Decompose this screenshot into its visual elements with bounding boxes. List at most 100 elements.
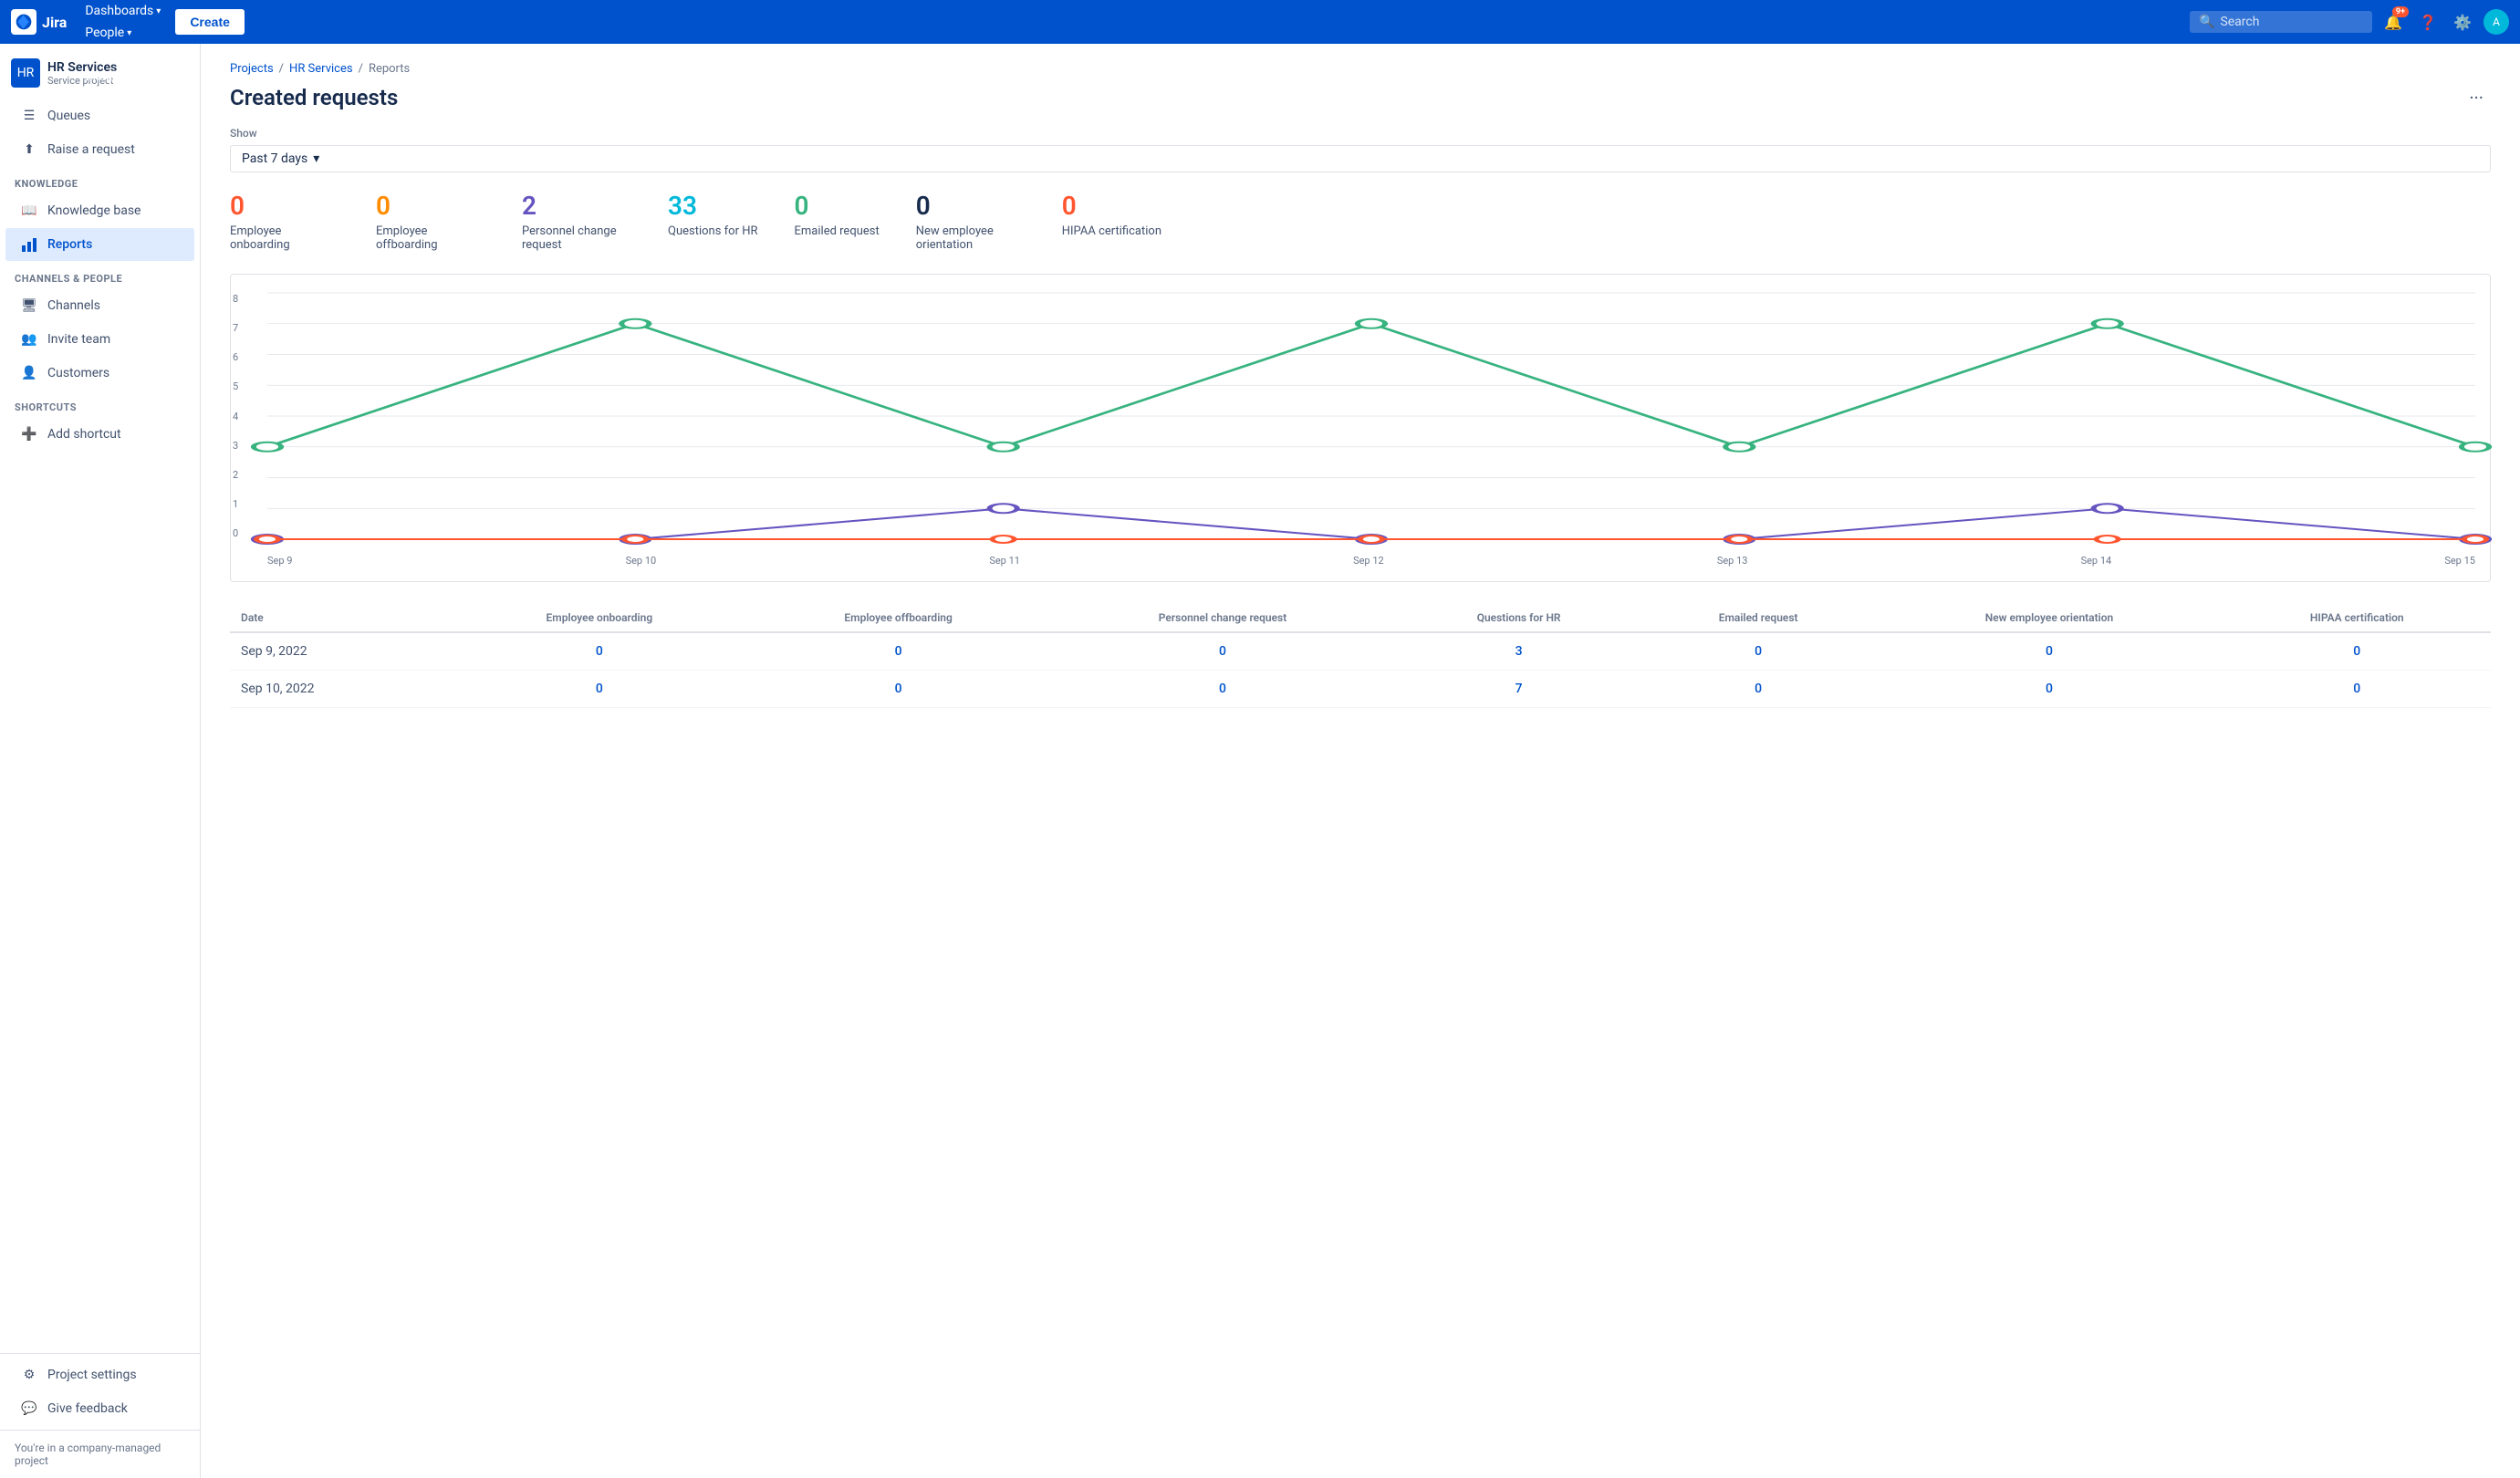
stat-item-3: 33 Questions for HR (668, 191, 758, 252)
green-dot-2 (990, 442, 1017, 452)
y-label-8: 8 (233, 293, 238, 305)
sidebar-item-customers[interactable]: 👤 Customers (5, 357, 194, 390)
stat-number-0: 0 (230, 191, 339, 221)
give-feedback-label: Give feedback (47, 1401, 128, 1416)
col-questions-hr: Questions for HR (1396, 604, 1640, 632)
shortcuts-section-label: SHORTCUTS (0, 390, 200, 417)
x-label-sep15: Sep 15 (2444, 555, 2475, 567)
breadcrumb-hr-services[interactable]: HR Services (289, 62, 353, 76)
y-label-6: 6 (233, 351, 238, 363)
sidebar-item-raise-request[interactable]: ⬆ Raise a request (5, 133, 194, 166)
y-label-4: 4 (233, 411, 238, 422)
top-navigation: Jira Your work▾Projects▾Filters▾Dashboar… (0, 0, 2520, 44)
cell-val-0-4: 0 (1641, 632, 1876, 671)
purple-dot-2 (990, 504, 1017, 513)
page-title: Created requests (230, 85, 398, 110)
x-label-sep11: Sep 11 (989, 555, 1020, 567)
stat-item-6: 0 HIPAA certification (1062, 191, 1161, 252)
topnav-right: 🔍 Search 🔔 9+ ❓ ⚙️ A (2190, 8, 2509, 36)
red-dot-1 (624, 536, 646, 543)
nav-item-apps[interactable]: Apps▾ (78, 88, 168, 109)
invite-icon: 👥 (20, 330, 38, 349)
y-label-5: 5 (233, 380, 238, 392)
cell-val-0-0: 0 (451, 632, 748, 671)
stat-label-3: Questions for HR (668, 224, 758, 238)
cell-val-0-5: 0 (1876, 632, 2223, 671)
search-box[interactable]: 🔍 Search (2190, 11, 2372, 33)
raise-label: Raise a request (47, 142, 135, 157)
col-personnel-change: Personnel change request (1049, 604, 1397, 632)
sidebar-item-knowledge-base[interactable]: 📖 Knowledge base (5, 194, 194, 227)
reports-icon (20, 235, 38, 254)
project-settings-icon: ⚙ (20, 1366, 38, 1384)
time-filter-dropdown[interactable]: Past 7 days ▾ (230, 145, 2491, 172)
project-icon: HR (11, 58, 40, 88)
nav-item-insight[interactable]: Insight (78, 66, 168, 88)
stat-number-4: 0 (795, 191, 880, 221)
table-header: Date Employee onboarding Employee offboa… (230, 604, 2491, 632)
show-label: Show (230, 127, 2491, 140)
sidebar-item-give-feedback[interactable]: 💬 Give feedback (5, 1392, 194, 1425)
breadcrumb-projects[interactable]: Projects (230, 62, 274, 76)
sidebar-item-add-shortcut[interactable]: ➕ Add shortcut (5, 418, 194, 451)
jira-icon (11, 9, 36, 35)
y-label-7: 7 (233, 322, 238, 334)
green-dot-0 (254, 442, 281, 452)
cell-val-1-0: 0 (451, 671, 748, 708)
cell-val-0-2: 0 (1049, 632, 1397, 671)
feedback-icon: 💬 (20, 1400, 38, 1418)
stat-number-5: 0 (916, 191, 1026, 221)
nav-item-dashboards[interactable]: Dashboards▾ (78, 0, 168, 22)
jira-logo[interactable]: Jira (11, 9, 67, 35)
more-options-button[interactable]: ··· (2462, 83, 2491, 112)
sidebar: HR HR Services Service project ☰ Queues … (0, 44, 201, 1478)
sidebar-item-reports[interactable]: Reports (5, 228, 194, 261)
customers-label: Customers (47, 366, 109, 380)
green-dot-3 (1358, 319, 1385, 328)
stat-item-2: 2 Personnel change request (522, 191, 631, 252)
user-avatar[interactable]: A (2484, 9, 2509, 35)
red-dot-0 (256, 536, 278, 543)
x-label-sep9: Sep 9 (267, 555, 292, 567)
book-icon: 📖 (20, 202, 38, 220)
stat-number-6: 0 (1062, 191, 1161, 221)
search-icon: 🔍 (2199, 15, 2214, 29)
stat-label-1: Employee offboarding (376, 224, 485, 252)
x-label-sep10: Sep 10 (626, 555, 657, 567)
notifications-button[interactable]: 🔔 9+ (2379, 8, 2407, 36)
x-label-sep13: Sep 13 (1717, 555, 1748, 567)
sidebar-item-channels[interactable]: 🖥 Channels (5, 289, 194, 322)
knowledge-section-label: KNOWLEDGE (0, 167, 200, 193)
cell-val-1-2: 0 (1049, 671, 1397, 708)
cell-val-0-6: 0 (2223, 632, 2492, 671)
settings-button[interactable]: ⚙️ (2449, 8, 2476, 36)
col-employee-onboarding: Employee onboarding (451, 604, 748, 632)
y-label-1: 1 (233, 498, 238, 510)
chevron-down-icon: ▾ (120, 50, 124, 60)
project-settings-label: Project settings (47, 1368, 137, 1382)
chevron-down-icon: ▾ (127, 28, 131, 38)
add-shortcut-icon: ➕ (20, 425, 38, 443)
cell-date-0: Sep 9, 2022 (230, 632, 451, 671)
chevron-down-icon: ▾ (156, 6, 161, 16)
cell-val-0-1: 0 (748, 632, 1049, 671)
sidebar-item-invite-team[interactable]: 👥 Invite team (5, 323, 194, 356)
sidebar-footer: You're in a company-managed project (0, 1430, 200, 1478)
breadcrumb-sep-1: / (279, 62, 284, 76)
search-placeholder: Search (2220, 15, 2259, 29)
create-button[interactable]: Create (175, 9, 245, 35)
col-emailed-request: Emailed request (1641, 604, 1876, 632)
stat-item-0: 0 Employee onboarding (230, 191, 339, 252)
nav-items: Your work▾Projects▾Filters▾Dashboards▾Pe… (78, 0, 168, 109)
nav-item-people[interactable]: People▾ (78, 22, 168, 44)
sidebar-item-project-settings[interactable]: ⚙ Project settings (5, 1358, 194, 1391)
page-header: Created requests ··· (230, 83, 2491, 112)
reports-label: Reports (47, 237, 92, 252)
nav-item-plans[interactable]: Plans▾ (78, 44, 168, 66)
raise-icon: ⬆ (20, 141, 38, 159)
help-button[interactable]: ❓ (2414, 8, 2442, 36)
y-label-2: 2 (233, 469, 238, 481)
breadcrumb-sep-2: / (359, 62, 363, 76)
cell-val-1-5: 0 (1876, 671, 2223, 708)
col-new-employee: New employee orientation (1876, 604, 2223, 632)
